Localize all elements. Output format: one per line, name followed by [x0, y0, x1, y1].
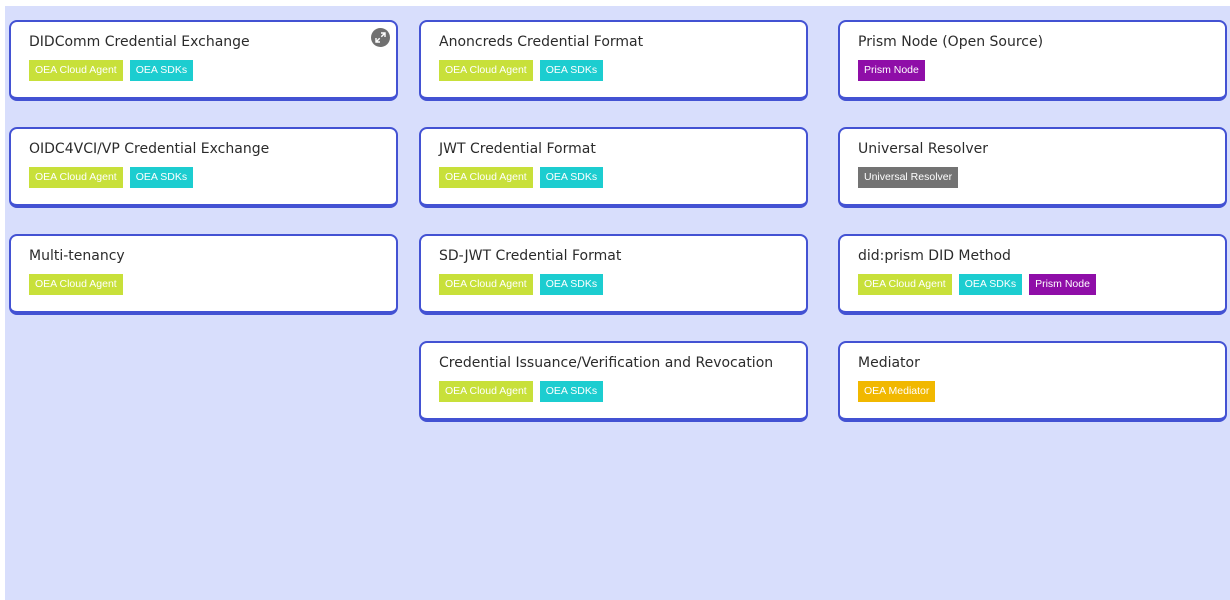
tag-prism-node: Prism Node — [1029, 274, 1096, 295]
tag-oea-sdks: OEA SDKs — [129, 60, 194, 81]
card-tags: OEA Cloud Agent OEA SDKs — [439, 60, 806, 81]
tag-oea-sdks: OEA SDKs — [129, 167, 194, 188]
card-tags: OEA Cloud Agent OEA SDKs — [29, 60, 396, 81]
roadmap-board: DIDComm Credential Exchange OEA Cloud Ag… — [5, 6, 1230, 600]
card-prism-node-open-source[interactable]: Prism Node (Open Source) Prism Node — [838, 20, 1227, 101]
card-tags: OEA Mediator — [858, 381, 1225, 402]
tag-universal-resolver: Universal Resolver — [858, 167, 959, 188]
card-multi-tenancy[interactable]: Multi-tenancy OEA Cloud Agent — [9, 234, 398, 315]
card-title: DIDComm Credential Exchange — [29, 34, 250, 50]
expand-arrows-glyph — [375, 32, 386, 43]
card-anoncreds-credential-format[interactable]: Anoncreds Credential Format OEA Cloud Ag… — [419, 20, 808, 101]
card-tags: OEA Cloud Agent OEA SDKs Prism Node — [858, 274, 1225, 295]
card-title: Anoncreds Credential Format — [439, 34, 644, 50]
card-oidc4vci-vp-credential-exchange[interactable]: OIDC4VCI/VP Credential Exchange OEA Clou… — [9, 127, 398, 208]
card-sd-jwt-credential-format[interactable]: SD-JWT Credential Format OEA Cloud Agent… — [419, 234, 808, 315]
tag-oea-cloud-agent: OEA Cloud Agent — [29, 60, 123, 81]
card-title: Mediator — [858, 355, 920, 371]
card-universal-resolver[interactable]: Universal Resolver Universal Resolver — [838, 127, 1227, 208]
card-title: Prism Node (Open Source) — [858, 34, 1044, 50]
card-title: SD-JWT Credential Format — [439, 248, 622, 264]
card-tags: OEA Cloud Agent OEA SDKs — [439, 167, 806, 188]
expand-arrows-icon[interactable] — [371, 28, 390, 47]
card-title: Universal Resolver — [858, 141, 988, 157]
board-column-2: Anoncreds Credential Format OEA Cloud Ag… — [419, 20, 808, 448]
tag-oea-sdks: OEA SDKs — [539, 381, 604, 402]
tag-oea-cloud-agent: OEA Cloud Agent — [439, 381, 533, 402]
tag-oea-sdks: OEA SDKs — [958, 274, 1023, 295]
tag-oea-cloud-agent: OEA Cloud Agent — [858, 274, 952, 295]
card-tags: OEA Cloud Agent OEA SDKs — [439, 381, 806, 402]
card-tags: Universal Resolver — [858, 167, 1225, 188]
card-title: OIDC4VCI/VP Credential Exchange — [29, 141, 270, 157]
card-didcomm-credential-exchange[interactable]: DIDComm Credential Exchange OEA Cloud Ag… — [9, 20, 398, 101]
card-did-prism-did-method[interactable]: did:prism DID Method OEA Cloud Agent OEA… — [838, 234, 1227, 315]
tag-oea-mediator: OEA Mediator — [858, 381, 936, 402]
card-title: Credential Issuance/Verification and Rev… — [439, 355, 774, 371]
tag-oea-sdks: OEA SDKs — [539, 60, 604, 81]
card-title: did:prism DID Method — [858, 248, 1011, 264]
tag-oea-cloud-agent: OEA Cloud Agent — [439, 167, 533, 188]
card-title: Multi-tenancy — [29, 248, 125, 264]
card-mediator[interactable]: Mediator OEA Mediator — [838, 341, 1227, 422]
card-tags: OEA Cloud Agent — [29, 274, 396, 295]
tag-oea-sdks: OEA SDKs — [539, 274, 604, 295]
card-tags: Prism Node — [858, 60, 1225, 81]
tag-oea-cloud-agent: OEA Cloud Agent — [29, 274, 123, 295]
card-jwt-credential-format[interactable]: JWT Credential Format OEA Cloud Agent OE… — [419, 127, 808, 208]
board-column-1: DIDComm Credential Exchange OEA Cloud Ag… — [9, 20, 398, 341]
board-column-3: Prism Node (Open Source) Prism Node Univ… — [838, 20, 1227, 448]
tag-oea-cloud-agent: OEA Cloud Agent — [439, 60, 533, 81]
card-credential-issuance-verification-revocation[interactable]: Credential Issuance/Verification and Rev… — [419, 341, 808, 422]
card-tags: OEA Cloud Agent OEA SDKs — [29, 167, 396, 188]
tag-oea-cloud-agent: OEA Cloud Agent — [29, 167, 123, 188]
card-tags: OEA Cloud Agent OEA SDKs — [439, 274, 806, 295]
tag-prism-node: Prism Node — [858, 60, 925, 81]
tag-oea-cloud-agent: OEA Cloud Agent — [439, 274, 533, 295]
tag-oea-sdks: OEA SDKs — [539, 167, 604, 188]
card-title: JWT Credential Format — [439, 141, 596, 157]
